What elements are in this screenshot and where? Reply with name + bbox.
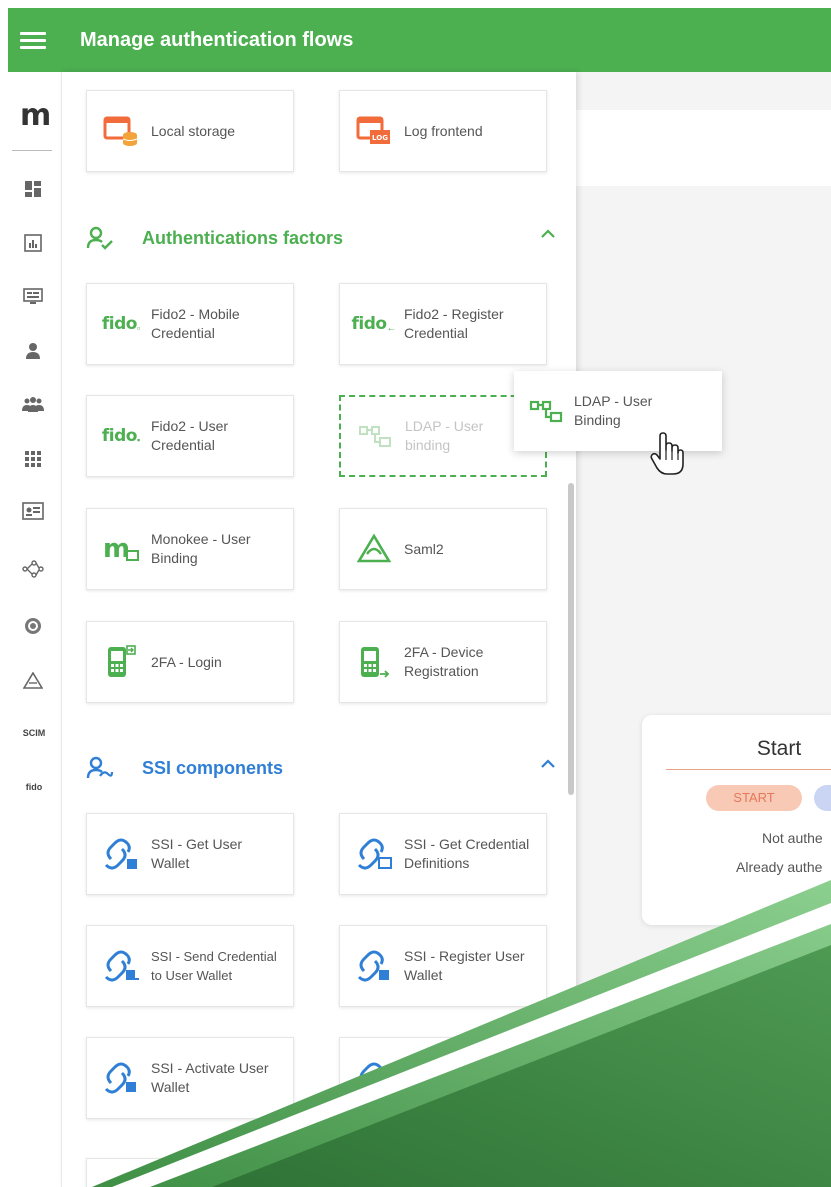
start-node-title: Start — [756, 737, 802, 760]
apps-icon[interactable] — [22, 448, 44, 470]
section-auth-factors[interactable]: Authentications factors — [86, 223, 556, 253]
nav-rail: m SCIM fido — [8, 72, 62, 1187]
log-icon-text: LOG — [372, 134, 388, 142]
monitor-icon[interactable] — [22, 286, 44, 308]
component-ssi-send-credential[interactable]: SSI - Send Credential to User Wallet — [86, 925, 294, 1007]
component-ssi-partial[interactable]: SSI - G — [339, 1037, 547, 1119]
component-saml2[interactable]: Saml2 — [339, 508, 547, 590]
dashboard-icon[interactable] — [22, 178, 44, 200]
fido-label[interactable]: fido — [14, 782, 54, 792]
ssi-link-icon — [101, 1061, 141, 1095]
component-ssi-register-user-wallet[interactable]: SSI - Register User Wallet — [339, 925, 547, 1007]
ssi-link-icon — [101, 837, 141, 871]
component-2fa-login[interactable]: 2FA - Login — [86, 621, 294, 703]
status-badge — [814, 785, 831, 811]
component-2fa-device-registration[interactable]: 2FA - Device Registration — [339, 621, 547, 703]
component-fido2-register-credential[interactable]: fido ← Fido2 - Register Credential — [339, 283, 547, 365]
canvas-toolbar — [576, 110, 831, 186]
section-auth-factors-title: Authentications factors — [142, 227, 344, 248]
component-fido2-mobile-credential[interactable]: fido ▫ Fido2 - Mobile Credential — [86, 283, 294, 365]
start-badge: START — [706, 785, 802, 811]
brand-logo[interactable]: m — [20, 98, 51, 133]
dragging-ldap-user-binding[interactable]: LDAP - User Binding — [514, 371, 722, 451]
user-check-icon — [86, 226, 114, 250]
section-ssi-components[interactable]: SSI components — [86, 753, 556, 783]
monokee-icon: m — [101, 535, 141, 563]
ssi-link-icon — [354, 1061, 394, 1095]
component-monokee-user-binding[interactable]: m Monokee - User Binding — [86, 508, 294, 590]
log-icon: LOG — [354, 115, 394, 147]
fido-register-icon: fido ← — [351, 314, 397, 334]
start-node-divider — [666, 769, 831, 770]
phone-login-icon — [101, 644, 141, 680]
fido-mobile-icon: fido ▫ — [101, 314, 141, 334]
log-frontend-label: Log frontend — [404, 122, 483, 139]
ssi-link-icon — [354, 949, 394, 983]
share-flow-icon[interactable] — [22, 558, 44, 580]
ldap-icon — [526, 398, 566, 424]
user-ssi-icon — [86, 756, 114, 780]
groups-icon[interactable] — [22, 394, 44, 416]
app-bar: Manage authentication flows — [8, 8, 831, 72]
section-ssi-title: SSI components — [142, 757, 284, 778]
saml-icon[interactable] — [22, 670, 44, 692]
component-local-storage[interactable]: Local storage — [86, 90, 294, 172]
user-icon[interactable] — [22, 340, 44, 362]
ldap-icon — [355, 423, 395, 449]
hand-cursor-icon — [650, 432, 684, 481]
saml-icon — [354, 534, 394, 564]
local-storage-label: Local storage — [151, 122, 236, 139]
rail-divider — [12, 150, 52, 151]
reports-icon[interactable] — [22, 232, 44, 254]
flow-canvas[interactable] — [576, 72, 831, 1187]
component-log-frontend[interactable]: LOG Log frontend — [339, 90, 547, 172]
menu-icon[interactable] — [20, 31, 46, 49]
settings-wheel-icon[interactable] — [22, 615, 44, 637]
component-ssi-activate-user-wallet[interactable]: SSI - Activate User Wallet — [86, 1037, 294, 1119]
component-ssi-get-credential-definitions[interactable]: SSI - Get Credential Definitions — [339, 813, 547, 895]
scim-label[interactable]: SCIM — [14, 728, 54, 738]
chevron-up-icon[interactable] — [540, 227, 556, 245]
start-output-1: Not authe — [762, 830, 823, 846]
local-storage-icon — [101, 115, 141, 147]
ssi-link-icon — [354, 837, 394, 871]
page-title: Manage authentication flows — [80, 28, 354, 51]
chevron-up-icon[interactable] — [540, 757, 556, 775]
start-output-2: Already authe — [736, 859, 823, 875]
ssi-link-icon — [101, 949, 141, 983]
component-partial-bottom[interactable] — [86, 1158, 294, 1187]
component-fido2-user-credential[interactable]: fido ▪ Fido2 - User Credential — [86, 395, 294, 477]
panel-scrollbar[interactable] — [568, 483, 574, 795]
fido-user-icon: fido ▪ — [101, 426, 141, 446]
phone-register-icon — [354, 644, 394, 680]
start-node[interactable]: Start START Not authe Already authe — [642, 715, 831, 925]
component-ssi-get-user-wallet[interactable]: SSI - Get User Wallet — [86, 813, 294, 895]
id-card-icon[interactable] — [22, 500, 44, 522]
